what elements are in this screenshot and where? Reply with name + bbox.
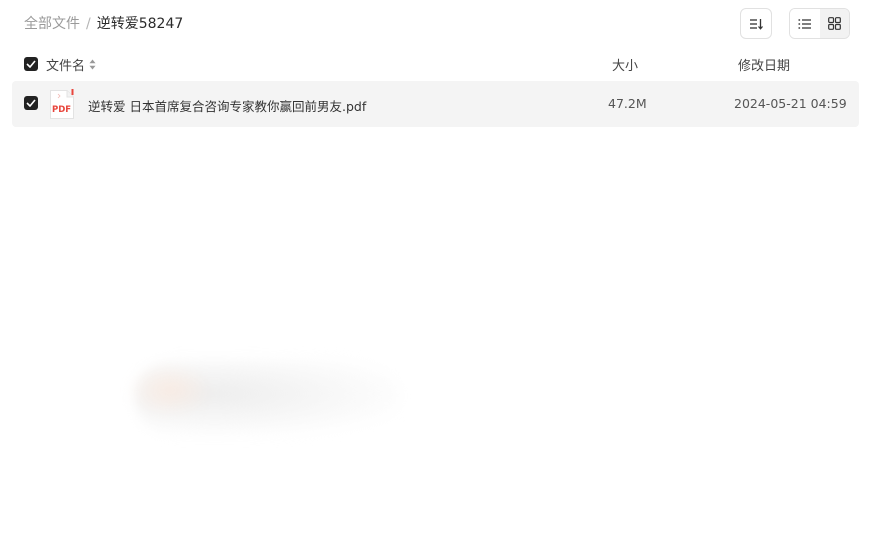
sort-arrows-icon (89, 59, 96, 70)
sort-list-icon (750, 18, 763, 30)
view-mode-switch (789, 8, 850, 39)
grid-view-icon (827, 17, 841, 30)
list-view-icon (798, 18, 811, 29)
column-header-date: 修改日期 (738, 59, 791, 74)
blurred-placeholder-tint (130, 365, 210, 415)
select-all-checkbox[interactable] (24, 57, 38, 71)
table-row[interactable]: PDF 逆转爱 日本首席复合咨询专家教你赢回前男友.pdf 47.2M 2024… (12, 81, 859, 127)
file-name[interactable]: 逆转爱 日本首席复合咨询专家教你赢回前男友.pdf (88, 96, 366, 115)
check-icon (26, 60, 36, 68)
column-header-name[interactable]: 文件名 (46, 55, 96, 74)
list-view-button[interactable] (790, 9, 820, 38)
sort-button[interactable] (740, 8, 772, 39)
file-modified-date: 2024-05-21 04:59 (734, 96, 847, 111)
breadcrumb: 全部文件 / 逆转爱58247 (24, 15, 183, 33)
file-browser: 全部文件 / 逆转爱58247 文件名 大小 修改日期 PDF 逆转爱 日本首席… (0, 0, 874, 538)
breadcrumb-root-link[interactable]: 全部文件 (24, 15, 80, 33)
column-header-name-label: 文件名 (46, 59, 86, 74)
pdf-icon-label: PDF (52, 105, 71, 115)
column-header-size: 大小 (612, 59, 639, 74)
table-header: 文件名 大小 修改日期 (12, 52, 859, 76)
row-checkbox[interactable] (24, 96, 38, 110)
pdf-file-icon: PDF (49, 89, 75, 120)
file-size: 47.2M (608, 96, 647, 111)
breadcrumb-current: 逆转爱58247 (96, 16, 184, 32)
breadcrumb-separator: / (86, 16, 91, 32)
check-icon (26, 99, 36, 107)
grid-view-button[interactable] (819, 9, 849, 38)
